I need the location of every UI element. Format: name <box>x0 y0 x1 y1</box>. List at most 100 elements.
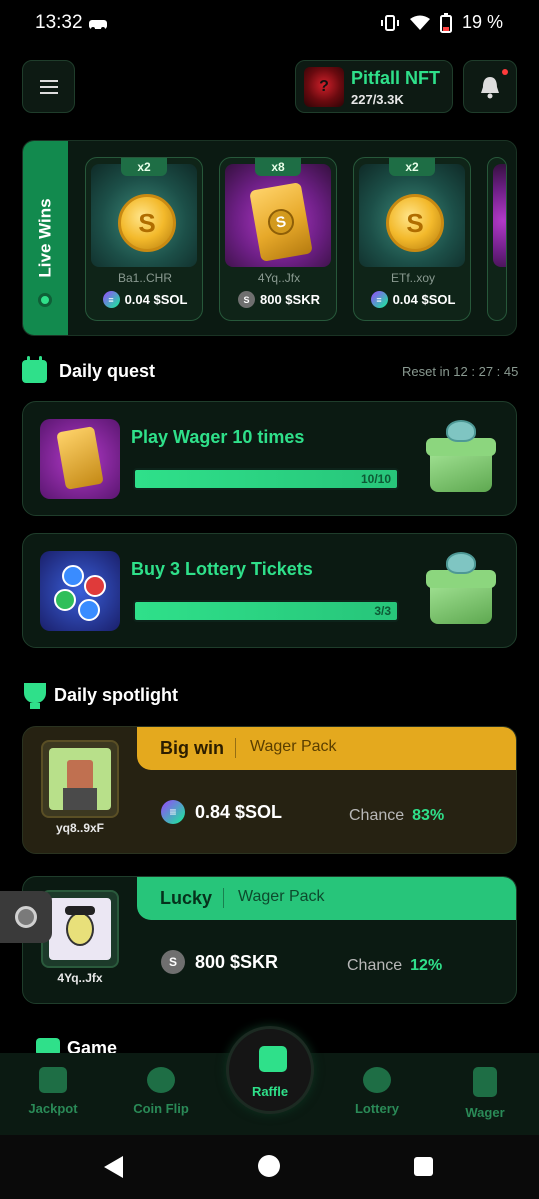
win-image: S <box>91 164 197 267</box>
win-multiplier: x8 <box>255 158 301 176</box>
avatar-body <box>63 788 97 810</box>
win-image <box>493 164 506 267</box>
win-image: S <box>359 164 465 267</box>
quest-reset-timer: Reset in 12 : 27 : 45 <box>402 364 519 379</box>
spotlight-kind: Lucky <box>160 888 213 908</box>
menu-button[interactable] <box>22 60 75 113</box>
nav-wager[interactable]: Wager <box>440 1067 530 1120</box>
calendar-icon <box>22 356 47 383</box>
live-indicator-dot <box>38 293 52 307</box>
avatar-face <box>67 760 93 790</box>
battery-icon <box>439 12 452 33</box>
spotlight-pack: Wager Pack <box>238 888 325 905</box>
gift-icon[interactable] <box>426 420 496 496</box>
home-icon[interactable] <box>258 1155 280 1177</box>
android-navigation-bar <box>0 1135 539 1199</box>
vibrate-icon <box>380 14 399 31</box>
nft-card[interactable]: ? Pitfall NFT 227/3.3K <box>295 60 453 113</box>
spotlight-amount-row: S 800 $SKR <box>161 950 278 974</box>
nav-jackpot[interactable]: Jackpot <box>8 1067 98 1116</box>
lottery-ball-icon <box>84 575 106 597</box>
win-multiplier: x2 <box>389 158 435 176</box>
nav-coin-flip[interactable]: Coin Flip <box>116 1067 206 1116</box>
live-win-card[interactable]: S x2 Ba1..CHR ≡ 0.04 $SOL <box>85 157 203 321</box>
win-user: ETf..xoy <box>390 271 435 285</box>
pixel-avatar-image <box>49 748 111 810</box>
divider <box>235 738 236 758</box>
trophy-icon <box>24 683 46 709</box>
win-amount-row: ≡ 0.04 $SOL <box>86 291 202 308</box>
skr-token-icon: S <box>161 950 185 974</box>
quest-progress-text: 3/3 <box>374 604 391 618</box>
live-wins-panel: Live Wins S x2 Ba1..CHR ≡ 0.04 $SOL S x8… <box>22 140 517 336</box>
quest-lottery-image <box>40 551 120 631</box>
spotlight-kind: Big win <box>160 738 224 758</box>
avatar <box>41 890 119 968</box>
floating-bubble-button[interactable] <box>0 891 52 943</box>
wifi-icon <box>409 15 430 30</box>
win-amount-row: S 800 $SKR <box>220 291 336 308</box>
daily-spotlight-title: Daily spotlight <box>54 685 179 705</box>
win-multiplier: x2 <box>121 158 167 176</box>
skr-token-icon: S <box>238 291 255 308</box>
quest-progress-bar: 10/10 <box>133 468 399 490</box>
sol-coin-icon: S <box>118 194 176 252</box>
quest-card[interactable]: Play Wager 10 times 10/10 <box>22 401 517 516</box>
nav-label: Raffle <box>251 1084 289 1099</box>
win-amount: 0.04 $SOL <box>124 292 188 307</box>
pack-icon <box>56 426 104 490</box>
spotlight-card[interactable]: yq8..9xF Big win Wager Pack ≡ 0.84 $SOL … <box>22 726 517 854</box>
back-icon[interactable] <box>104 1156 123 1178</box>
avatar <box>41 740 119 818</box>
gift-bow <box>446 552 476 574</box>
hamburger-icon <box>39 79 58 94</box>
live-win-card-partial[interactable] <box>487 157 507 321</box>
sol-token-icon: ≡ <box>161 800 185 824</box>
nft-title: Pitfall NFT <box>351 68 440 88</box>
spotlight-card[interactable]: 4Yq..Jfx Lucky Wager Pack S 800 $SKR Cha… <box>22 876 517 1004</box>
live-win-card[interactable]: S x2 ETf..xoy ≡ 0.04 $SOL <box>353 157 471 321</box>
coins-icon <box>147 1067 175 1093</box>
win-user: 4Yq..Jfx <box>257 271 301 285</box>
quest-progress-bar: 3/3 <box>133 600 399 622</box>
nav-lottery[interactable]: Lottery <box>332 1067 422 1116</box>
divider <box>223 888 224 908</box>
recents-icon[interactable] <box>414 1157 433 1176</box>
spotlight-user: 4Yq..Jfx <box>57 971 103 985</box>
quest-card[interactable]: Buy 3 Lottery Tickets 3/3 <box>22 533 517 648</box>
nav-label: Wager <box>465 1105 505 1120</box>
status-bar: 13:32 19 % <box>0 0 539 48</box>
sol-token-icon: ≡ <box>102 291 120 308</box>
win-amount: 0.04 $SOL <box>392 292 456 307</box>
notifications-button[interactable] <box>463 60 517 113</box>
avatar-hat <box>65 906 95 915</box>
spotlight-amount-row: ≡ 0.84 $SOL <box>161 800 282 824</box>
daily-quest-title: Daily quest <box>59 361 156 381</box>
gift-bow <box>446 420 476 442</box>
spotlight-amount: 0.84 $SOL <box>195 801 283 822</box>
chance-label: Chance <box>349 807 405 824</box>
notification-dot <box>502 69 508 75</box>
win-image: S <box>225 164 331 267</box>
lottery-ball-icon <box>78 599 100 621</box>
win-amount-row: ≡ 0.04 $SOL <box>354 291 470 308</box>
chance-value: 12% <box>410 957 443 974</box>
quest-pack-image <box>40 419 120 499</box>
live-wins-tab: Live Wins <box>23 141 68 335</box>
spotlight-chance: Chance 12% <box>347 957 442 975</box>
slot-machine-icon <box>39 1067 67 1093</box>
quest-title: Play Wager 10 times <box>131 427 305 447</box>
battery-percent: 19 % <box>461 12 503 32</box>
spotlight-pack: Wager Pack <box>250 738 337 755</box>
nft-thumbnail: ? <box>304 67 344 107</box>
nav-raffle[interactable]: Raffle <box>226 1026 314 1114</box>
spotlight-amount: 800 $SKR <box>195 951 279 972</box>
dice-icon <box>259 1046 287 1072</box>
status-time: 13:32 <box>35 12 83 33</box>
lottery-ball-icon <box>363 1067 391 1093</box>
bell-icon <box>481 76 499 98</box>
live-win-card[interactable]: S x8 4Yq..Jfx S 800 $SKR <box>219 157 337 321</box>
spotlight-banner: Lucky Wager Pack <box>137 877 516 920</box>
skr-pack-icon: S <box>249 182 313 262</box>
gift-icon[interactable] <box>426 552 496 628</box>
